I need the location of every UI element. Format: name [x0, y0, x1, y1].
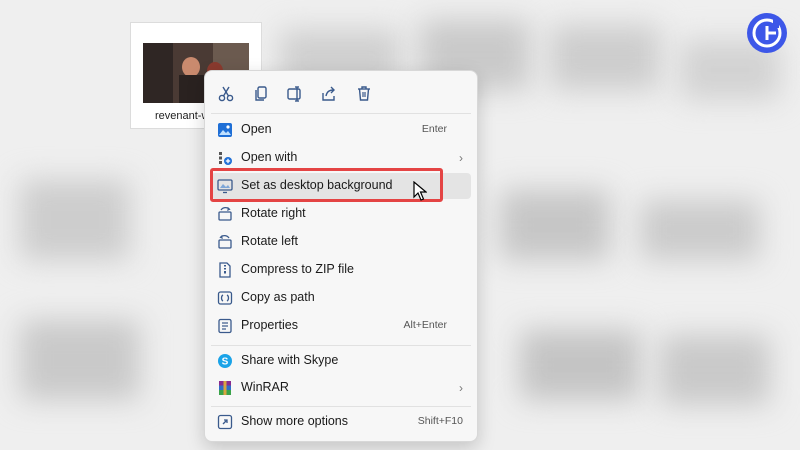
menu-item-label: Properties — [241, 318, 298, 332]
svg-text:S: S — [222, 357, 229, 368]
mouse-cursor-icon — [413, 181, 427, 201]
menu-item-rotate-right[interactable]: Rotate right — [211, 201, 471, 227]
copy-path-icon — [217, 291, 233, 305]
highlight-annotation-box — [210, 168, 443, 202]
share-button[interactable] — [314, 79, 344, 109]
menu-item-label: Rotate right — [241, 206, 306, 220]
menu-item-label: Copy as path — [241, 290, 315, 304]
menu-item-label: Show more options — [241, 414, 349, 428]
rotate-right-icon — [218, 206, 232, 221]
skype-icon: S — [218, 354, 232, 368]
menu-item-label: Rotate left — [241, 234, 298, 248]
chevron-right-icon: › — [459, 151, 463, 165]
divider — [211, 406, 471, 407]
menu-item-winrar[interactable]: WinRAR › — [211, 375, 471, 401]
rename-button[interactable] — [280, 79, 310, 109]
menu-item-shortcut: Alt+Enter — [403, 319, 447, 331]
copy-icon — [255, 86, 267, 101]
menu-item-rotate-left[interactable]: Rotate left — [211, 229, 471, 255]
menu-item-label: Share with Skype — [241, 353, 339, 367]
menu-item-label: Open — [241, 122, 272, 136]
zip-icon — [219, 262, 231, 278]
photos-app-icon — [218, 123, 232, 137]
rotate-left-icon — [218, 234, 232, 249]
delete-button[interactable] — [349, 79, 379, 109]
more-options-icon — [217, 414, 233, 430]
divider — [211, 345, 471, 346]
rename-icon — [287, 86, 301, 102]
cut-icon — [218, 86, 234, 102]
menu-item-compress-zip[interactable]: Compress to ZIP file — [211, 257, 471, 283]
cut-button[interactable] — [211, 79, 241, 109]
copy-button[interactable] — [246, 79, 276, 109]
properties-icon — [218, 318, 232, 334]
site-logo-icon — [747, 13, 787, 53]
share-icon — [322, 86, 335, 101]
menu-item-label: WinRAR — [241, 380, 289, 394]
winrar-icon — [219, 381, 231, 395]
menu-item-shortcut: Shift+F10 — [417, 415, 463, 427]
menu-item-properties[interactable]: Properties Alt+Enter — [211, 313, 471, 339]
delete-icon — [358, 86, 370, 101]
open-with-icon — [219, 152, 232, 165]
menu-item-share-skype[interactable]: S Share with Skype — [211, 348, 471, 374]
menu-item-show-more-options[interactable]: Show more options Shift+F10 — [211, 409, 471, 435]
chevron-right-icon: › — [459, 381, 463, 395]
menu-item-label: Compress to ZIP file — [241, 262, 355, 276]
menu-item-shortcut: Enter — [421, 123, 447, 135]
context-menu: Open Enter Open with › Set as desktop ba… — [204, 70, 478, 442]
menu-item-label: Open with — [241, 150, 298, 164]
divider — [211, 113, 471, 114]
quick-actions-bar — [205, 79, 477, 109]
menu-item-copy-as-path[interactable]: Copy as path — [211, 285, 471, 311]
menu-item-open[interactable]: Open Enter — [211, 117, 471, 143]
